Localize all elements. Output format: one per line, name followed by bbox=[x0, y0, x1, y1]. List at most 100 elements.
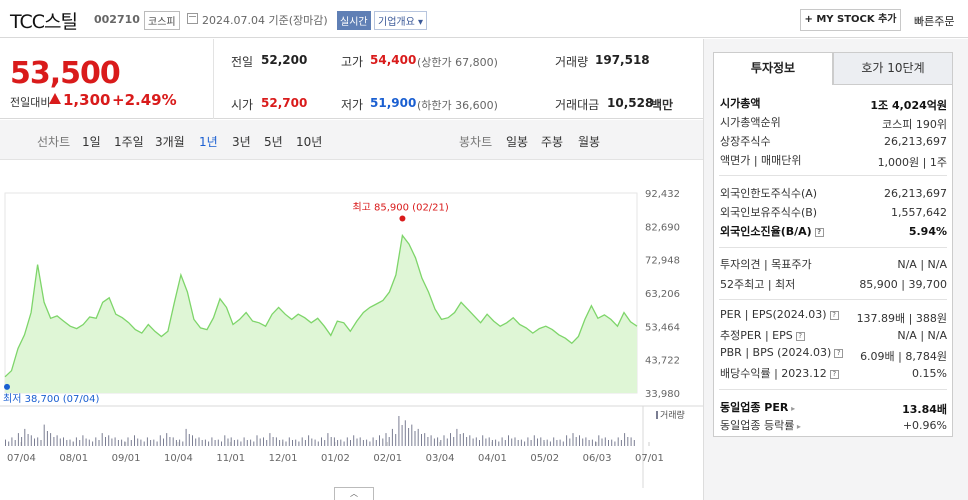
volume-bar bbox=[453, 437, 455, 446]
volume-bar bbox=[469, 435, 471, 446]
tab-10y[interactable]: 10년 bbox=[296, 133, 322, 150]
volume-bar bbox=[37, 437, 39, 446]
foreign-exhaust-value: 5.94% bbox=[908, 225, 947, 238]
volume-bar bbox=[562, 441, 564, 446]
volume-bar bbox=[227, 438, 229, 446]
volume-bar bbox=[217, 439, 219, 446]
volume-bar bbox=[614, 441, 616, 446]
tab-daily[interactable]: 일봉 bbox=[506, 133, 528, 150]
open-value: 52,700 bbox=[261, 96, 308, 110]
quick-order-button[interactable]: 빠른주문 bbox=[914, 13, 954, 29]
help-icon[interactable]: ? bbox=[814, 227, 824, 237]
industry-change-label[interactable]: 동일업종 등락률 ▸ bbox=[720, 417, 801, 433]
volume-bar bbox=[88, 439, 90, 446]
volume-bar bbox=[417, 428, 419, 446]
volume-bar bbox=[298, 441, 300, 446]
volume-bar bbox=[388, 437, 390, 446]
volume-bar bbox=[230, 437, 232, 446]
per-eps-value: 137.89배 | 388원 bbox=[856, 312, 947, 325]
y-tick-label: 33,980 bbox=[645, 389, 680, 400]
tab-1d[interactable]: 1일 bbox=[82, 133, 101, 150]
volume-bar bbox=[95, 437, 97, 446]
volume-bar bbox=[433, 438, 435, 446]
volume-bar bbox=[246, 440, 248, 446]
volume-bar bbox=[169, 437, 171, 446]
tab-3y[interactable]: 3년 bbox=[232, 133, 251, 150]
upper-limit: (상한가 67,800) bbox=[417, 56, 498, 69]
volume-bar bbox=[82, 435, 84, 446]
volume-bar bbox=[511, 438, 513, 446]
help-icon[interactable]: ? bbox=[834, 348, 844, 358]
volume-bar bbox=[317, 441, 319, 446]
industry-per-label[interactable]: 동일업종 PER ▸ bbox=[720, 399, 795, 415]
volume-bar bbox=[630, 437, 632, 446]
market-cap-label: 시가총액 bbox=[720, 97, 761, 110]
volume-bar bbox=[282, 439, 284, 446]
help-icon[interactable]: ? bbox=[829, 310, 839, 320]
collapse-chart-button[interactable]: ︿ bbox=[334, 487, 374, 500]
industry-per-value: 13.84배 bbox=[902, 403, 947, 416]
tab-weekly[interactable]: 주봉 bbox=[541, 133, 563, 150]
help-icon[interactable]: ? bbox=[829, 369, 839, 379]
volume-bar bbox=[259, 438, 261, 446]
volume-bar bbox=[188, 434, 190, 446]
volume-bar bbox=[327, 433, 329, 446]
volume-bar bbox=[608, 440, 609, 446]
tab-1y[interactable]: 1년 bbox=[199, 133, 218, 150]
price-chart[interactable]: 92,432 82,690 72,948 63,206 53,464 43,722 33,9… bbox=[0, 160, 703, 488]
prev-close-label: 전일 bbox=[231, 55, 254, 69]
volume-bar bbox=[540, 437, 542, 446]
volume-bar bbox=[408, 428, 410, 446]
volume-bar bbox=[137, 438, 139, 446]
tab-order-book[interactable]: 호가 10단계 bbox=[833, 52, 953, 85]
volume-bar bbox=[533, 435, 535, 446]
volume-bar bbox=[627, 437, 629, 446]
volume-bar bbox=[440, 440, 442, 446]
volume-bar bbox=[391, 428, 393, 446]
volume-bar bbox=[369, 441, 371, 446]
x-tick-label: 05/02 bbox=[530, 453, 559, 464]
volume-bar bbox=[224, 435, 226, 446]
up-triangle-icon bbox=[49, 93, 61, 104]
volume-bar bbox=[163, 438, 164, 446]
help-icon[interactable]: ? bbox=[795, 331, 805, 341]
change-percent: +2.49% bbox=[112, 91, 177, 109]
tab-5y[interactable]: 5년 bbox=[264, 133, 283, 150]
volume-bar bbox=[346, 437, 348, 446]
volume-bar bbox=[624, 433, 626, 446]
volume-bar bbox=[27, 434, 29, 446]
volume-bar bbox=[211, 437, 213, 446]
volume-bar bbox=[543, 440, 545, 446]
tab-investment-info[interactable]: 투자정보 bbox=[713, 52, 833, 85]
est-per-label: 추정PER | EPS? bbox=[720, 327, 805, 343]
volume-bar bbox=[5, 439, 6, 446]
high-marker bbox=[399, 215, 406, 222]
industry-change-value: +0.96% bbox=[902, 419, 947, 432]
volume-bar bbox=[279, 440, 281, 446]
volume-bar bbox=[340, 439, 342, 446]
pbr-bps-value: 6.09배 | 8,784원 bbox=[860, 350, 947, 363]
realtime-badge[interactable]: 실시간 bbox=[337, 11, 371, 30]
volume-bar bbox=[285, 441, 287, 446]
volume-bar bbox=[159, 435, 161, 446]
volume-bar bbox=[333, 437, 335, 446]
prev-close-value: 52,200 bbox=[261, 53, 308, 67]
line-chart-label: 선차트 bbox=[37, 135, 71, 149]
volume-bar bbox=[498, 441, 500, 446]
tab-1w[interactable]: 1주일 bbox=[114, 133, 144, 150]
x-tick-label: 02/01 bbox=[373, 453, 402, 464]
volume-bar bbox=[582, 438, 584, 446]
tab-monthly[interactable]: 월봉 bbox=[578, 133, 600, 150]
corp-info-dropdown[interactable]: 기업개요 ▾ bbox=[374, 11, 427, 30]
y-axis-labels: 92,432 82,690 72,948 63,206 53,464 43,722 33,9… bbox=[645, 189, 680, 400]
volume-bar bbox=[575, 437, 577, 446]
info-divider bbox=[719, 247, 947, 248]
volume-bar bbox=[72, 441, 74, 446]
add-my-stock-button[interactable]: + MY STOCK 추가 bbox=[800, 9, 901, 31]
tab-3m[interactable]: 3개월 bbox=[155, 133, 185, 150]
volume-bar bbox=[46, 431, 48, 446]
y-tick-label: 63,206 bbox=[645, 289, 680, 300]
stock-name[interactable]: TCC스틸 bbox=[10, 7, 78, 34]
volume-bar bbox=[456, 428, 458, 446]
volume-bar bbox=[237, 439, 239, 446]
